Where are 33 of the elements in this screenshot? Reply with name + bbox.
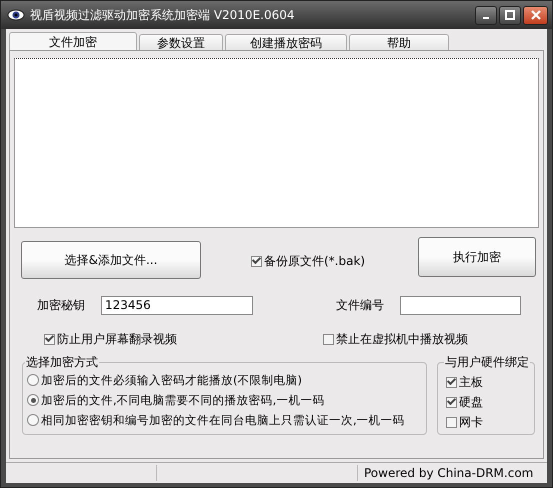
eye-icon <box>7 8 25 22</box>
maximize-button[interactable] <box>499 6 521 24</box>
minimize-icon <box>483 17 489 19</box>
field-label: 文件编号 <box>336 296 385 314</box>
hardware-checkbox[interactable]: 网卡 <box>446 413 530 431</box>
hardware-checkbox[interactable]: 主板 <box>446 373 530 391</box>
encrypt-button[interactable]: 执行加密 <box>418 237 536 277</box>
key-field[interactable]: 123456 <box>101 296 253 314</box>
close-button[interactable] <box>523 6 548 24</box>
minimize-button[interactable] <box>475 6 497 24</box>
backup-checkbox[interactable]: 备份原文件(*.bak) <box>251 252 366 270</box>
radio-button[interactable] <box>27 374 39 386</box>
group-title: 选择加密方式 <box>25 354 99 371</box>
field-label: 加密秘钥 <box>37 296 86 314</box>
maximize-icon <box>505 10 515 20</box>
close-icon <box>530 10 540 20</box>
prevent-capture-checkbox[interactable]: 防止用户屏幕翻录视频 <box>44 330 177 348</box>
radio-button[interactable] <box>27 414 39 426</box>
tab[interactable]: 文件加密 <box>9 32 137 50</box>
option-label[interactable]: 相同加密密钥和编号加密的文件在同台电脑上只需认证一次,一机一码 <box>41 412 405 428</box>
hardware-checkbox[interactable]: 硬盘 <box>446 393 530 411</box>
number-field[interactable] <box>400 296 521 314</box>
group-title: 与用户硬件绑定 <box>444 354 530 371</box>
window-title: 视盾视频过滤驱动加密系统加密端 V2010E.0604 <box>30 6 296 24</box>
option-label[interactable]: 加密后的文件必须输入密码才能播放(不限制电脑) <box>41 372 302 388</box>
tab[interactable]: 创建播放密码 <box>225 34 347 50</box>
option-label[interactable]: 加密后的文件,不同电脑需要不同的播放密码,一机一码 <box>41 392 324 408</box>
tab[interactable]: 参数设置 <box>139 34 223 50</box>
block-vm-checkbox[interactable]: 禁止在虚拟机中播放视频 <box>323 330 468 348</box>
tab[interactable]: 帮助 <box>349 34 449 50</box>
status-text: Powered by China-DRM.com <box>364 466 534 480</box>
radio-button[interactable] <box>27 394 39 406</box>
add-files-button[interactable]: 选择&添加文件... <box>21 241 201 279</box>
